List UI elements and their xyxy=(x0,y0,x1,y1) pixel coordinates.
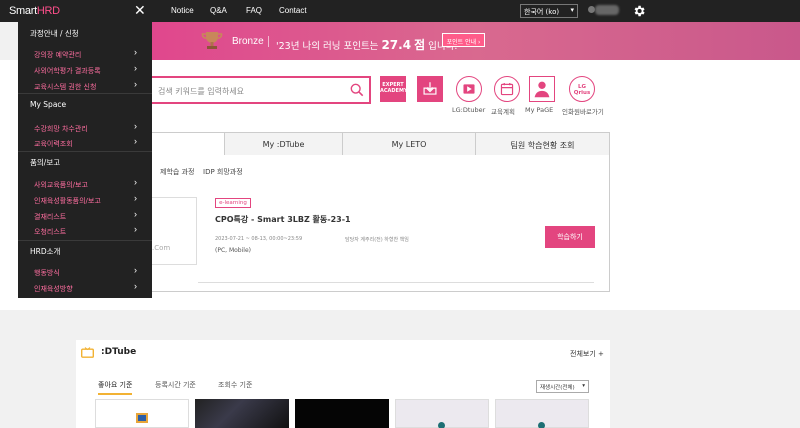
video-logo xyxy=(438,422,445,428)
divider xyxy=(18,151,152,152)
chevron-right-icon: › xyxy=(134,209,137,219)
tab-team-status[interactable]: 팀원 학습현황 조회 xyxy=(475,132,610,156)
sidebar-item-direction[interactable]: 인재육성방향 xyxy=(34,284,73,294)
divider xyxy=(268,36,269,47)
sort-by-likes[interactable]: 좋아요 기준 xyxy=(98,380,133,395)
chevron-right-icon: › xyxy=(134,63,137,73)
chevron-right-icon: › xyxy=(134,281,137,291)
sidebar-section-hrd: HRD소개 xyxy=(30,247,61,256)
chevron-right-icon: › xyxy=(134,79,137,89)
video-thumbnail[interactable] xyxy=(395,399,489,428)
search-box[interactable]: 검색 키워드를 입력하세요 xyxy=(150,76,371,104)
sidebar-item-talent-report[interactable]: 인재육성활동품의/보고 xyxy=(34,196,101,206)
divider xyxy=(18,93,152,94)
gear-icon[interactable] xyxy=(632,4,646,18)
points-text: '23년 나의 러닝 포인트는 27.4 점 입니다. xyxy=(276,38,457,52)
chevron-right-icon: › xyxy=(134,47,137,57)
qrius-icon[interactable]: LG Qrius xyxy=(569,76,595,102)
nav-notice[interactable]: Notice xyxy=(171,6,194,15)
video-logo xyxy=(136,413,148,423)
video-thumbnail[interactable] xyxy=(295,399,389,428)
nav-qna[interactable]: Q&A xyxy=(210,6,227,15)
nav-contact[interactable]: Contact xyxy=(279,6,307,15)
top-bar: SmartHRD ✕ Notice Q&A FAQ Contact 한국어 (k… xyxy=(0,0,800,22)
sidebar-section-myspace: My Space xyxy=(30,100,67,109)
nav-faq[interactable]: FAQ xyxy=(246,6,262,15)
sidebar-item-history[interactable]: 교육이력조회 xyxy=(34,139,73,149)
tab-my-leto[interactable]: My LETO xyxy=(342,132,476,156)
sidebar-item-room-reservation[interactable]: 강의장 예약관리 xyxy=(34,50,81,60)
tv-icon xyxy=(81,347,94,358)
person-icon[interactable] xyxy=(529,76,555,102)
tab-learning[interactable] xyxy=(150,132,225,156)
video-thumbnail[interactable] xyxy=(95,399,189,428)
sort-by-views[interactable]: 조회수 기준 xyxy=(218,380,252,390)
sidebar-item-approval-list[interactable]: 결재리스트 xyxy=(34,212,66,222)
video-logo xyxy=(538,422,545,428)
study-button[interactable]: 학습하기 xyxy=(545,226,595,248)
chevron-right-icon: › xyxy=(134,224,137,234)
sidebar-item-behavior[interactable]: 행동방식 xyxy=(34,268,60,278)
sidebar-section-courses: 과정안내 / 신청 xyxy=(30,29,79,38)
sidebar-section-reports: 품의/보고 xyxy=(30,158,61,167)
divider xyxy=(198,282,594,283)
level-label: Bronze xyxy=(232,36,264,47)
sidebar-menu: 과정안내 / 신청 강의장 예약관리 › 사외어학평가 결과등록 › 교육시스템… xyxy=(18,22,152,298)
course-period: 2023-07-21 ~ 08-13, 00:00~23:59 xyxy=(215,236,303,242)
course-manager: 담당자 계주리(전) 하형찬 책임 xyxy=(345,237,409,243)
dtube-title: :DTube xyxy=(101,347,137,357)
chevron-right-icon: › xyxy=(134,265,137,275)
calendar-icon[interactable] xyxy=(494,76,520,102)
search-icon[interactable] xyxy=(350,83,364,97)
language-select[interactable]: 한국어 (ko) ▾ xyxy=(520,4,578,18)
points-info-button[interactable]: 포인트 안내 › xyxy=(442,33,485,47)
sidebar-item-request-list[interactable]: 오청리스트 xyxy=(34,227,66,237)
chevron-right-icon: › xyxy=(134,177,137,187)
logo[interactable]: SmartHRD xyxy=(9,5,60,17)
duration-select[interactable]: 재생시간(전체) ▾ xyxy=(536,380,589,393)
chevron-right-icon: › xyxy=(134,136,137,146)
chevron-right-icon: › xyxy=(134,193,137,203)
sidebar-item-language-test[interactable]: 사외어학평가 결과등록 xyxy=(34,66,101,76)
divider xyxy=(18,240,152,241)
user-name-blurred[interactable] xyxy=(595,5,619,15)
sidebar-item-permission[interactable]: 교육시스템 권한 신청 xyxy=(34,82,96,92)
trophy-icon xyxy=(201,32,223,49)
chevron-right-icon: › xyxy=(134,121,137,131)
video-thumbnail[interactable] xyxy=(195,399,289,428)
points-banner: Bronze '23년 나의 러닝 포인트는 27.4 점 입니다. 포인트 안… xyxy=(152,22,800,60)
plan-label[interactable]: 교육계획 xyxy=(491,106,515,116)
avatar xyxy=(588,6,595,13)
video-thumbnail[interactable] xyxy=(495,399,589,428)
course-device: (PC, Mobile) xyxy=(215,247,251,254)
chevron-down-icon: ▾ xyxy=(570,6,574,14)
elearning-badge: e-learning xyxy=(215,198,251,208)
subtab-idp[interactable]: IDP 희망과정 xyxy=(203,167,243,177)
dtuber-label[interactable]: LG:Dtuber xyxy=(452,106,485,114)
tab-bar: My :DTube My LETO 팀원 학습현황 조회 xyxy=(150,132,610,156)
expert-academy-button[interactable]: EXPERT ACADEMY xyxy=(380,76,408,102)
course-title[interactable]: CPO특강 - Smart 3LBZ 활동-23-1 xyxy=(215,214,351,225)
tab-my-dtube[interactable]: My :DTube xyxy=(224,132,343,156)
download-inbox-icon[interactable] xyxy=(417,76,443,102)
chevron-down-icon: ▾ xyxy=(582,383,585,389)
sidebar-item-external-report[interactable]: 사외교육품의/보고 xyxy=(34,180,88,190)
dtuber-icon[interactable] xyxy=(456,76,482,102)
course-thumbnail[interactable]: .Com xyxy=(145,197,197,265)
subtab-my-courses[interactable]: 제학습 과정 xyxy=(160,167,194,177)
search-input[interactable]: 검색 키워드를 입력하세요 xyxy=(158,86,244,97)
mypage-label[interactable]: My PaGE xyxy=(525,106,553,114)
view-all-link[interactable]: 전체보기 + xyxy=(570,349,604,359)
sort-by-date[interactable]: 등록시간 기준 xyxy=(155,380,196,390)
qrius-label[interactable]: 인화원바로가기 xyxy=(562,106,604,116)
sidebar-item-desired-course[interactable]: 수강희망 차수관리 xyxy=(34,124,88,134)
close-menu-button[interactable]: ✕ xyxy=(134,2,146,19)
